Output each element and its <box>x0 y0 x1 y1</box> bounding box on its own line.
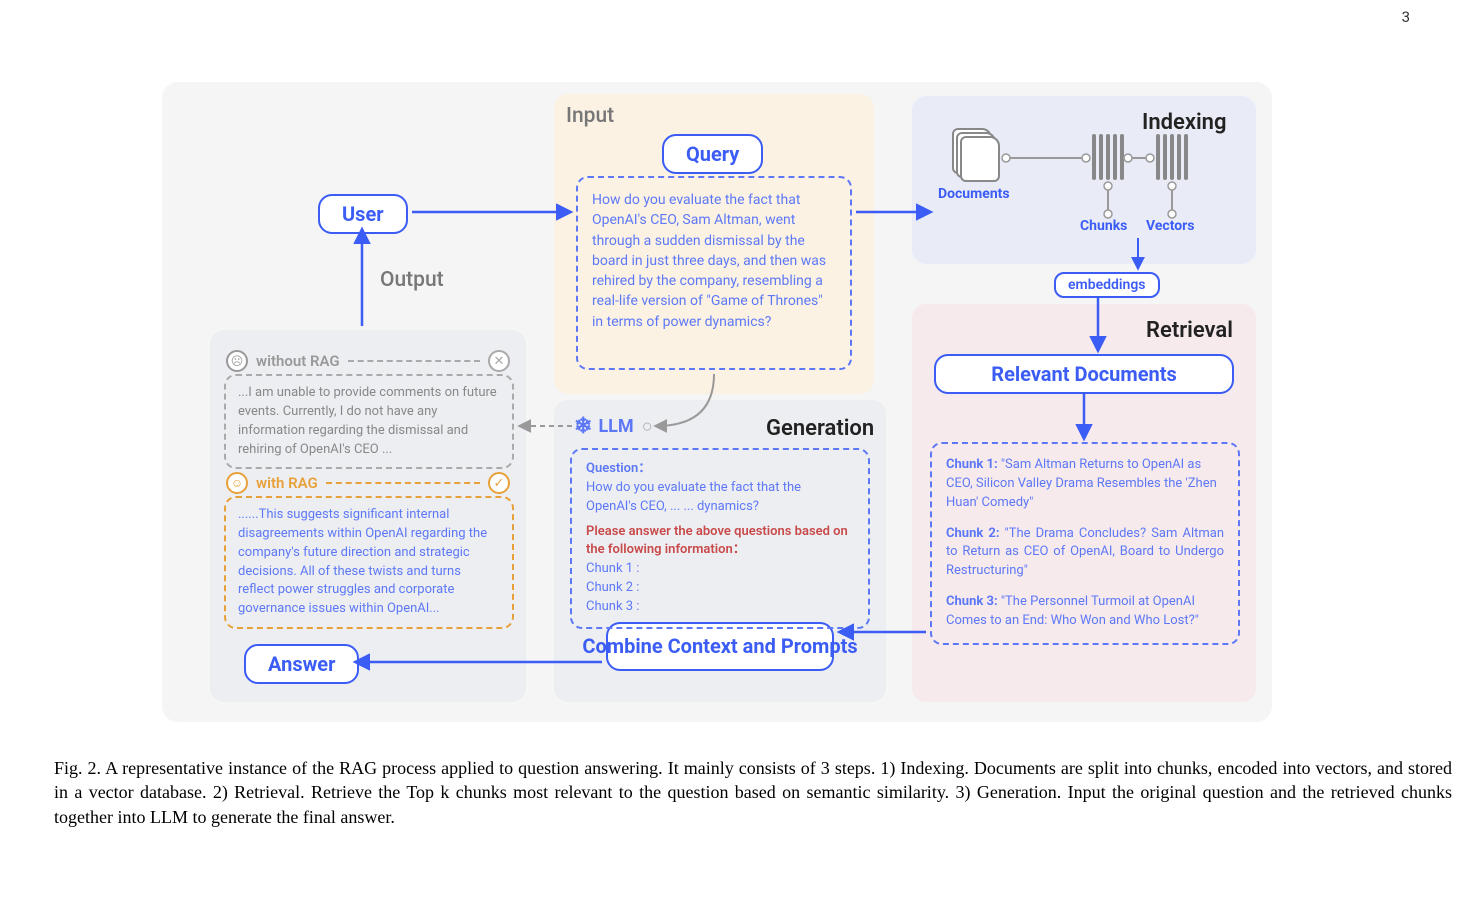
chunk1-label: Chunk 1: <box>946 457 998 472</box>
prompt-chunk3: Chunk 3 : <box>586 598 854 617</box>
happy-face-icon: ☺ <box>226 472 248 494</box>
with-rag-box: ......This suggests significant internal… <box>224 496 514 629</box>
without-rag-text: ...I am unable to provide comments on fu… <box>238 385 497 457</box>
node-relevant-docs: Relevant Documents <box>934 354 1234 394</box>
chunk2-label: Chunk 2: <box>946 526 1000 541</box>
query-body: How do you evaluate the fact that OpenAI… <box>592 192 826 330</box>
cross-icon: ✕ <box>488 350 510 372</box>
page-number: 3 <box>1402 8 1410 26</box>
prompt-box: Question： How do you evaluate the fact t… <box>570 448 870 629</box>
prompt-chunk2: Chunk 2 : <box>586 579 854 598</box>
node-llm: ❄ LLM ○ <box>574 414 653 439</box>
without-rag-box: ...I am unable to provide comments on fu… <box>224 374 514 469</box>
label-output: Output <box>380 268 444 292</box>
with-rag-text: ......This suggests significant internal… <box>238 507 487 616</box>
sad-face-icon: ☹ <box>226 350 248 372</box>
node-query: Query <box>662 134 763 174</box>
check-icon: ✓ <box>488 472 510 494</box>
vectors-label: Vectors <box>1146 218 1194 234</box>
snowflake-icon: ❄ <box>574 414 592 439</box>
documents-icon <box>952 128 1002 178</box>
node-combine: Combine Context and Prompts <box>606 622 834 671</box>
node-answer: Answer <box>244 644 359 684</box>
label-generation: Generation <box>766 416 874 441</box>
without-rag-label: without RAG <box>256 352 340 370</box>
documents-label: Documents <box>938 186 1010 202</box>
vectors-icon <box>1156 134 1188 180</box>
label-indexing: Indexing <box>1142 110 1227 135</box>
retrieved-chunks-box: Chunk 1: "Sam Altman Returns to OpenAI a… <box>930 442 1240 645</box>
with-rag-label: with RAG <box>256 474 318 492</box>
chunk3-label: Chunk 3: <box>946 594 998 609</box>
chunks-icon <box>1092 134 1124 180</box>
node-embeddings: embeddings <box>1054 272 1160 298</box>
llm-label: LLM <box>598 416 633 437</box>
prompt-question-body: How do you evaluate the fact that the Op… <box>586 479 854 517</box>
label-input: Input <box>566 104 614 128</box>
prompt-question-head: Question： <box>586 460 854 479</box>
rag-diagram: Input Output Indexing Retrieval Generati… <box>162 82 1272 722</box>
with-rag-header: ☺ with RAG ✓ <box>226 472 510 494</box>
without-rag-header: ☹ without RAG ✕ <box>226 350 510 372</box>
figure-caption: Fig. 2. A representative instance of the… <box>54 756 1452 829</box>
prompt-chunk1: Chunk 1 : <box>586 560 854 579</box>
prompt-instruction: Please answer the above questions based … <box>586 523 854 561</box>
label-retrieval: Retrieval <box>1146 318 1233 343</box>
query-text-box: How do you evaluate the fact that OpenAI… <box>576 176 852 370</box>
node-user: User <box>318 194 408 234</box>
chunks-label: Chunks <box>1080 218 1127 234</box>
